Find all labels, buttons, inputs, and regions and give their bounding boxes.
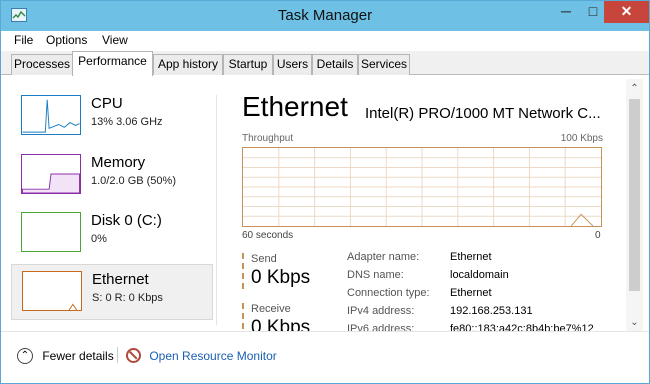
- prop-value: localdomain: [450, 269, 509, 281]
- tab-strip: Processes Performance App history Startu…: [1, 51, 649, 76]
- scroll-down-icon[interactable]: ⌄: [626, 315, 643, 331]
- menu-view[interactable]: View: [102, 33, 128, 47]
- ethernet-detail: Ethernet Intel(R) PRO/1000 MT Network C.…: [242, 75, 622, 331]
- vertical-scrollbar[interactable]: ⌃ ⌄: [626, 79, 643, 331]
- sidebar-item-ethernet[interactable]: Ethernet S: 0 R: 0 Kbps: [11, 264, 213, 320]
- sidebar-item-memory[interactable]: Memory 1.0/2.0 GB (50%): [11, 148, 213, 204]
- receive-value: 0 Kbps: [251, 317, 311, 331]
- sidebar-item-cpu-value: 13% 3.06 GHz: [91, 116, 163, 128]
- sidebar-item-memory-value: 1.0/2.0 GB (50%): [91, 175, 176, 187]
- sidebar-item-ethernet-label: Ethernet: [92, 271, 149, 288]
- prop-row: IPv6 address: fe80::183:a42c:8b4b:be7%12: [347, 323, 617, 331]
- minimize-button[interactable]: ─: [552, 1, 580, 23]
- prop-row: IPv4 address: 192.168.253.131: [347, 305, 617, 323]
- resource-sidebar: CPU 13% 3.06 GHz Memory 1.0/2.0 GB (50%)…: [11, 81, 216, 331]
- menu-file[interactable]: File: [14, 33, 33, 47]
- prop-name: IPv4 address:: [347, 305, 415, 317]
- close-button[interactable]: ✕: [604, 1, 649, 23]
- send-metric: Send 0 Kbps: [242, 253, 310, 289]
- title-bar[interactable]: Task Manager ─ □ ✕: [1, 1, 649, 31]
- scroll-up-icon[interactable]: ⌃: [626, 81, 643, 97]
- prop-value: fe80::183:a42c:8b4b:be7%12: [450, 323, 594, 331]
- prop-row: Connection type: Ethernet: [347, 287, 617, 305]
- prop-row: DNS name: localdomain: [347, 269, 617, 287]
- adapter-model: Intel(R) PRO/1000 MT Network C...: [365, 105, 601, 122]
- sidebar-item-cpu[interactable]: CPU 13% 3.06 GHz: [11, 89, 213, 145]
- tab-users[interactable]: Users: [273, 54, 312, 75]
- prop-value: Ethernet: [450, 251, 492, 263]
- prop-row: Adapter name: Ethernet: [347, 251, 617, 269]
- prop-value: Ethernet: [450, 287, 492, 299]
- throughput-graph: [242, 147, 602, 227]
- sidebar-item-ethernet-value: S: 0 R: 0 Kbps: [92, 292, 163, 304]
- prop-name: Connection type:: [347, 287, 430, 299]
- tab-startup[interactable]: Startup: [223, 54, 273, 75]
- sidebar-divider: [216, 95, 217, 325]
- prop-name: DNS name:: [347, 269, 404, 281]
- sidebar-item-disk-value: 0%: [91, 233, 107, 245]
- receive-metric: Receive 0 Kbps: [242, 303, 310, 331]
- graph-label-throughput: Throughput: [242, 133, 294, 144]
- graph-label-max: 100 Kbps: [560, 133, 603, 144]
- adapter-properties: Adapter name: Ethernet DNS name: localdo…: [347, 251, 617, 331]
- prop-name: IPv6 address:: [347, 323, 415, 331]
- open-resource-monitor-label: Open Resource Monitor: [149, 348, 277, 363]
- fewer-details-label: Fewer details: [42, 349, 114, 363]
- send-value: 0 Kbps: [251, 267, 311, 288]
- menu-options[interactable]: Options: [46, 33, 87, 47]
- tab-services[interactable]: Services: [358, 54, 410, 75]
- sidebar-item-cpu-label: CPU: [91, 95, 123, 112]
- sidebar-item-disk-label: Disk 0 (C:): [91, 212, 162, 229]
- ethernet-mini-graph: [22, 271, 82, 311]
- receive-label: Receive: [251, 303, 291, 315]
- footer-separator: [117, 347, 118, 363]
- page-title: Ethernet: [242, 91, 348, 122]
- sidebar-item-memory-label: Memory: [91, 154, 146, 171]
- prop-value: 192.168.253.131: [450, 305, 533, 317]
- maximize-button[interactable]: □: [579, 1, 607, 23]
- tab-processes[interactable]: Processes: [11, 54, 73, 75]
- graph-label-zero: 0: [595, 230, 601, 241]
- cpu-mini-graph: [21, 95, 81, 135]
- sidebar-item-disk[interactable]: Disk 0 (C:) 0%: [11, 206, 213, 262]
- open-resource-monitor-link[interactable]: Open Resource Monitor: [126, 348, 277, 364]
- fewer-details-button[interactable]: ⌃ Fewer details: [17, 348, 114, 364]
- performance-panel: CPU 13% 3.06 GHz Memory 1.0/2.0 GB (50%)…: [1, 75, 649, 331]
- scrollbar-thumb[interactable]: [629, 99, 640, 291]
- tab-app-history[interactable]: App history: [153, 54, 223, 75]
- send-label: Send: [251, 253, 277, 265]
- menu-bar: File Options View: [1, 31, 649, 51]
- memory-mini-graph: [21, 154, 81, 194]
- tab-performance[interactable]: Performance: [72, 51, 153, 76]
- prop-name: Adapter name:: [347, 251, 420, 263]
- footer-bar: ⌃ Fewer details Open Resource Monitor: [1, 331, 649, 383]
- graph-label-time: 60 seconds: [242, 230, 294, 241]
- chevron-up-circle-icon: ⌃: [17, 348, 33, 364]
- resource-monitor-icon: [126, 348, 141, 364]
- task-manager-window: Task Manager ─ □ ✕ File Options View Pro…: [0, 0, 650, 384]
- tab-details[interactable]: Details: [312, 54, 358, 75]
- disk-mini-graph: [21, 212, 81, 252]
